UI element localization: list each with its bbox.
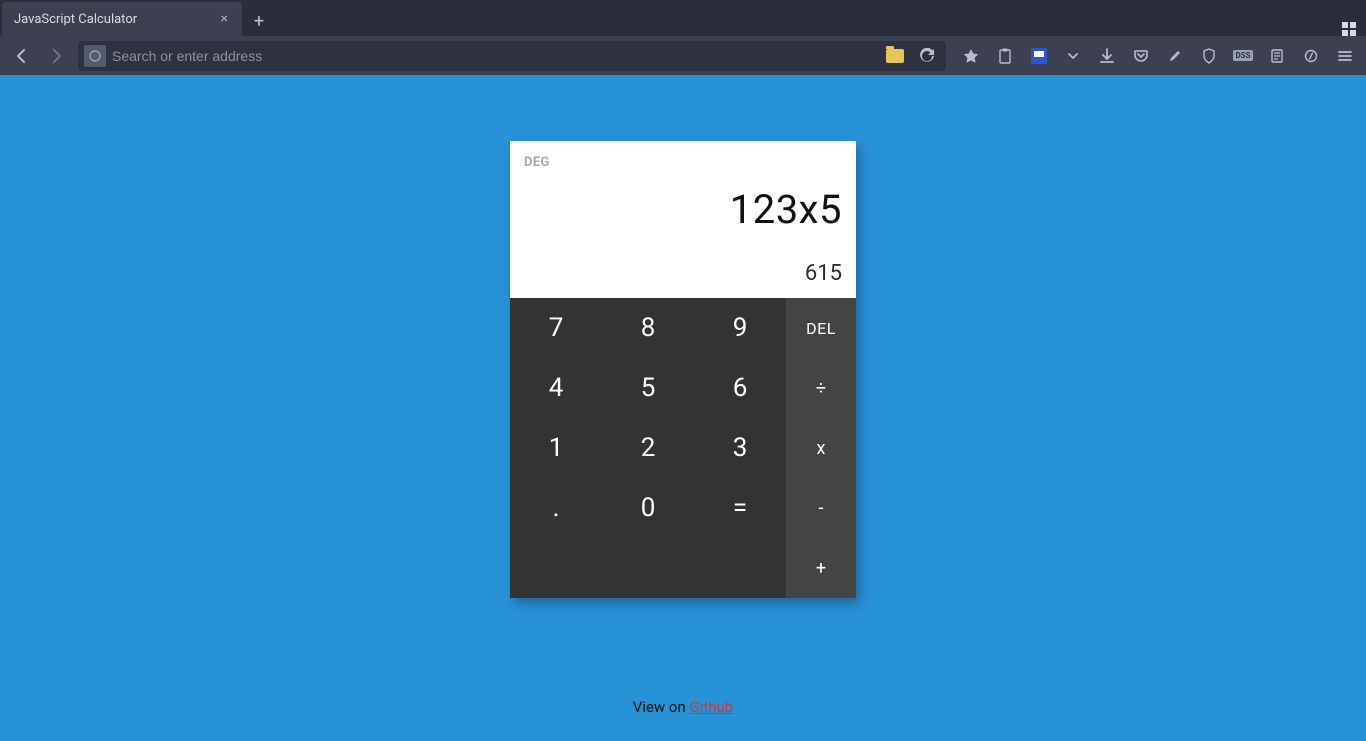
- key-7[interactable]: 7: [510, 298, 602, 358]
- key-6[interactable]: 6: [694, 358, 786, 418]
- edit-icon[interactable]: [1160, 41, 1190, 71]
- key-9[interactable]: 9: [694, 298, 786, 358]
- hamburger-menu-icon[interactable]: [1330, 41, 1360, 71]
- tab-title: JavaScript Calculator: [14, 12, 217, 27]
- folder-icon[interactable]: [882, 41, 908, 71]
- site-identity-icon[interactable]: [84, 45, 106, 67]
- downloads-icon[interactable]: [1092, 41, 1122, 71]
- css-badge-icon[interactable]: DSS: [1228, 41, 1258, 71]
- keypad-spacer: [510, 538, 786, 598]
- tab-strip: JavaScript Calculator × +: [0, 0, 1366, 36]
- window-group-icon[interactable]: [1342, 13, 1356, 36]
- forward-button[interactable]: [40, 41, 72, 71]
- key-decimal[interactable]: .: [510, 478, 602, 538]
- github-link[interactable]: Github: [689, 698, 733, 716]
- key-2[interactable]: 2: [602, 418, 694, 478]
- angle-mode-label[interactable]: DEG: [524, 155, 842, 170]
- key-add[interactable]: +: [786, 538, 856, 598]
- pocket-icon[interactable]: [1126, 41, 1156, 71]
- calculator-keypad: 7 8 9 DEL 4 5 6 ÷ 1 2 3 x . 0 = - +: [510, 298, 856, 598]
- tab-close-icon[interactable]: ×: [217, 9, 232, 29]
- url-bar: [78, 41, 946, 71]
- shield-icon[interactable]: [1194, 41, 1224, 71]
- key-8[interactable]: 8: [602, 298, 694, 358]
- key-1[interactable]: 1: [510, 418, 602, 478]
- clipboard-icon[interactable]: [990, 41, 1020, 71]
- key-delete[interactable]: DEL: [786, 298, 856, 358]
- reader-icon[interactable]: [1262, 41, 1292, 71]
- footer: View on Github: [633, 698, 733, 716]
- reload-button[interactable]: [914, 41, 940, 71]
- chevron-down-icon[interactable]: [1058, 41, 1088, 71]
- address-input[interactable]: [112, 48, 876, 64]
- toolbar-extensions: DSS: [956, 41, 1360, 71]
- calculator: DEG 123x5 615 7 8 9 DEL 4 5 6 ÷ 1 2 3 x …: [510, 141, 856, 598]
- calculator-display: DEG 123x5 615: [510, 141, 856, 298]
- key-subtract[interactable]: -: [786, 478, 856, 538]
- key-divide[interactable]: ÷: [786, 358, 856, 418]
- result-display: 615: [524, 261, 842, 286]
- back-button[interactable]: [6, 41, 38, 71]
- script-icon[interactable]: [1296, 41, 1326, 71]
- key-multiply[interactable]: x: [786, 418, 856, 478]
- key-4[interactable]: 4: [510, 358, 602, 418]
- expression-display: 123x5: [524, 186, 842, 233]
- key-5[interactable]: 5: [602, 358, 694, 418]
- footer-text: View on: [633, 698, 690, 716]
- key-equals[interactable]: =: [694, 478, 786, 538]
- browser-tab[interactable]: JavaScript Calculator ×: [2, 2, 242, 36]
- page-content: DEG 123x5 615 7 8 9 DEL 4 5 6 ÷ 1 2 3 x …: [0, 75, 1366, 741]
- key-3[interactable]: 3: [694, 418, 786, 478]
- key-0[interactable]: 0: [602, 478, 694, 538]
- save-disk-icon[interactable]: [1024, 41, 1054, 71]
- browser-toolbar: DSS: [0, 36, 1366, 75]
- new-tab-button[interactable]: +: [242, 6, 276, 36]
- bookmark-icon[interactable]: [956, 41, 986, 71]
